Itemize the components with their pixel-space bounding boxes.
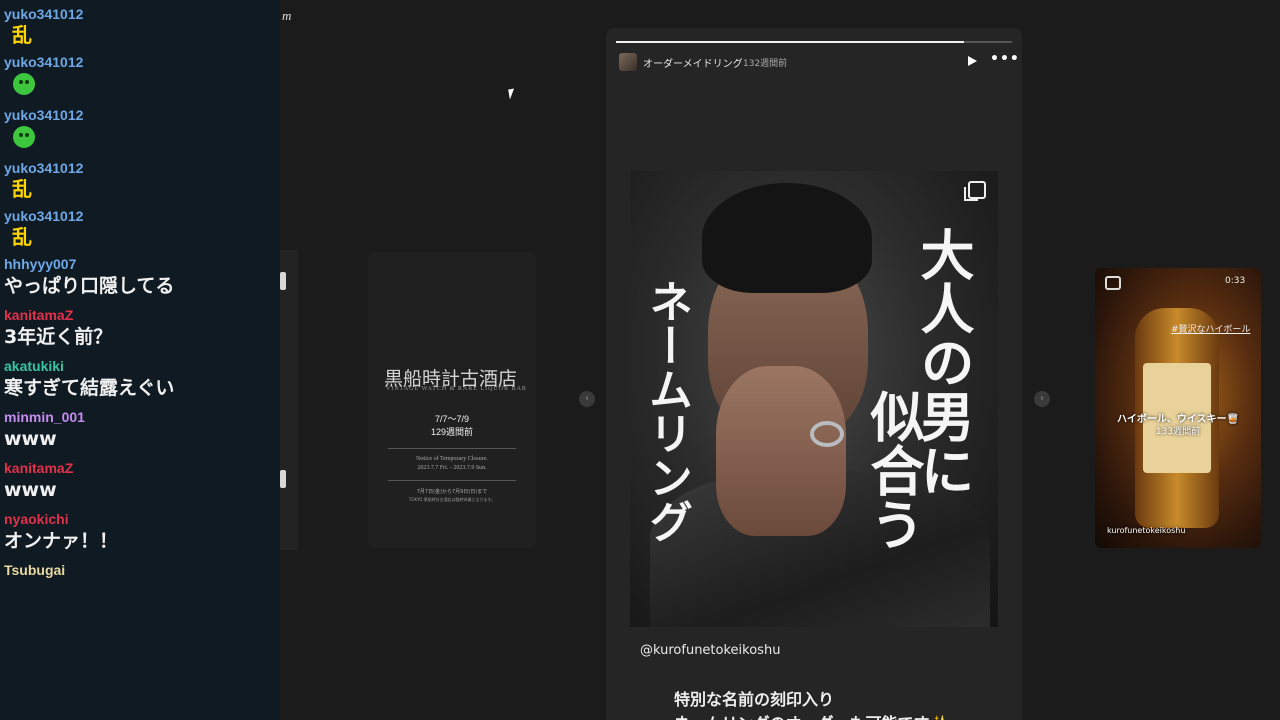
chat-message: yuko341012 乱 [0, 202, 280, 250]
prev-story-card-edge[interactable] [280, 250, 298, 550]
card-time: 129週間前 [430, 427, 474, 437]
chat-username[interactable]: yuko341012 [4, 48, 276, 70]
chat-text: オンナァ！！ [4, 530, 119, 552]
chat-text: 寒すぎて結露えぐい [4, 377, 175, 399]
chat-message: nyaokichi オンナァ！！ [0, 505, 280, 556]
chat-username[interactable]: Tsubugai [4, 556, 276, 578]
more-icon[interactable]: ••• [990, 51, 1020, 67]
chat-username[interactable]: nyaokichi [4, 505, 276, 527]
chat-message: yuko341012 乱 [0, 154, 280, 202]
hair-shape [702, 183, 872, 293]
chat-text: www [4, 428, 57, 450]
notice-text: Notice of Temporary Closure. [416, 456, 488, 462]
notice-jp: 7月7日(金)から7月9日(日)まで [416, 489, 488, 495]
caption-line-1: 特別な名前の刻印入り [674, 690, 835, 709]
card-title: ハイボール、ウイスキー🥃 [1117, 414, 1239, 425]
story-time: 132週間前 [743, 59, 788, 69]
chat-username[interactable]: hhhyyy007 [4, 250, 276, 272]
blob-emote-icon [13, 126, 35, 148]
chat-username[interactable]: yuko341012 [4, 101, 276, 123]
notice-dates: 2023.7.7 Fri. - 2023.7.9 Sun. [417, 465, 487, 471]
chat-message: Tsubugai [0, 556, 280, 578]
story-post-image[interactable]: ネームリング 大人の男に 似合う [630, 171, 998, 627]
hashtag-link[interactable]: #贅沢なハイボール [1171, 322, 1250, 335]
cropped-logo-text: m [282, 8, 292, 23]
story-title[interactable]: オーダーメイドリング [643, 55, 743, 70]
hand-shape [716, 366, 846, 536]
card-time: 133週間前 [1155, 427, 1201, 437]
chat-text: 3年近く前？ [4, 326, 113, 348]
chat-username[interactable]: yuko341012 [4, 154, 276, 176]
chat-overlay: yuko341012 乱 yuko341012 yuko341012 yuko34101… [0, 0, 280, 720]
active-story: オーダーメイドリング 132週間前 ••• ネームリング 大人の男に 似合う @… [606, 28, 1022, 720]
blob-emote-icon [13, 73, 35, 95]
headline-suits: 似合う [861, 389, 925, 551]
chat-username[interactable]: yuko341012 [4, 0, 276, 22]
chat-username[interactable]: akatukiki [4, 352, 276, 374]
card-date-range: 7/7〜7/9 [434, 414, 470, 424]
prev-story-card[interactable]: 黒船時計古酒店 VINTAGE WATCH & RARE LIQUOR BAR … [368, 252, 536, 548]
play-icon[interactable] [968, 56, 977, 66]
chat-text: やっぱり口隠してる [4, 275, 175, 297]
video-duration: 0:33 [1225, 276, 1246, 286]
divider [388, 448, 516, 449]
chat-username[interactable]: kanitamaZ [4, 301, 276, 323]
chevron-left-icon[interactable]: ‹ [579, 391, 595, 407]
chat-username[interactable]: minmin_001 [4, 403, 276, 425]
chat-username[interactable]: kanitamaZ [4, 454, 276, 476]
chat-message: minmin_001www [0, 403, 280, 454]
reel-icon [1105, 276, 1121, 290]
chat-message: kanitamaZ www [0, 454, 280, 505]
headline-name-ring: ネームリング [641, 279, 692, 543]
chat-message: hhhyyy007 やっぱり口隠してる [0, 250, 280, 301]
card-username: kurofunetokeikoshu [1107, 526, 1186, 535]
multi-post-icon [964, 181, 986, 201]
next-story-card[interactable]: 0:33 #贅沢なハイボール ハイボール、ウイスキー🥃 133週間前 kurof… [1095, 268, 1261, 548]
chat-message: yuko341012 乱 [0, 0, 280, 48]
chat-text: www [4, 479, 57, 501]
emote-icon: 乱 [12, 225, 32, 249]
emote-icon: 乱 [12, 23, 32, 47]
ring-shape [810, 421, 844, 447]
account-handle: @kurofunetokeikoshu [640, 643, 781, 658]
chat-message: yuko341012 [0, 48, 280, 101]
chat-message: yuko341012 [0, 101, 280, 154]
chat-username[interactable]: yuko341012 [4, 202, 276, 224]
chat-message: akatukiki 寒すぎて結露えぐい [0, 352, 280, 403]
chevron-right-icon[interactable]: › [1034, 391, 1050, 407]
emote-icon: 乱 [12, 177, 32, 201]
caption-line-2: ネームリングのオーダーも可能です✨ [674, 710, 949, 720]
avatar[interactable] [619, 53, 637, 71]
chat-message: kanitamaZ 3年近く前？ [0, 301, 280, 352]
shop-logo-sub: VINTAGE WATCH & RARE LIQUOR BAR [386, 386, 527, 392]
divider [388, 480, 516, 481]
notice-jp-2: TOKYO 黒船時計古酒店は臨時休業となります。 [408, 497, 496, 502]
story-progress-bar [616, 41, 1012, 43]
